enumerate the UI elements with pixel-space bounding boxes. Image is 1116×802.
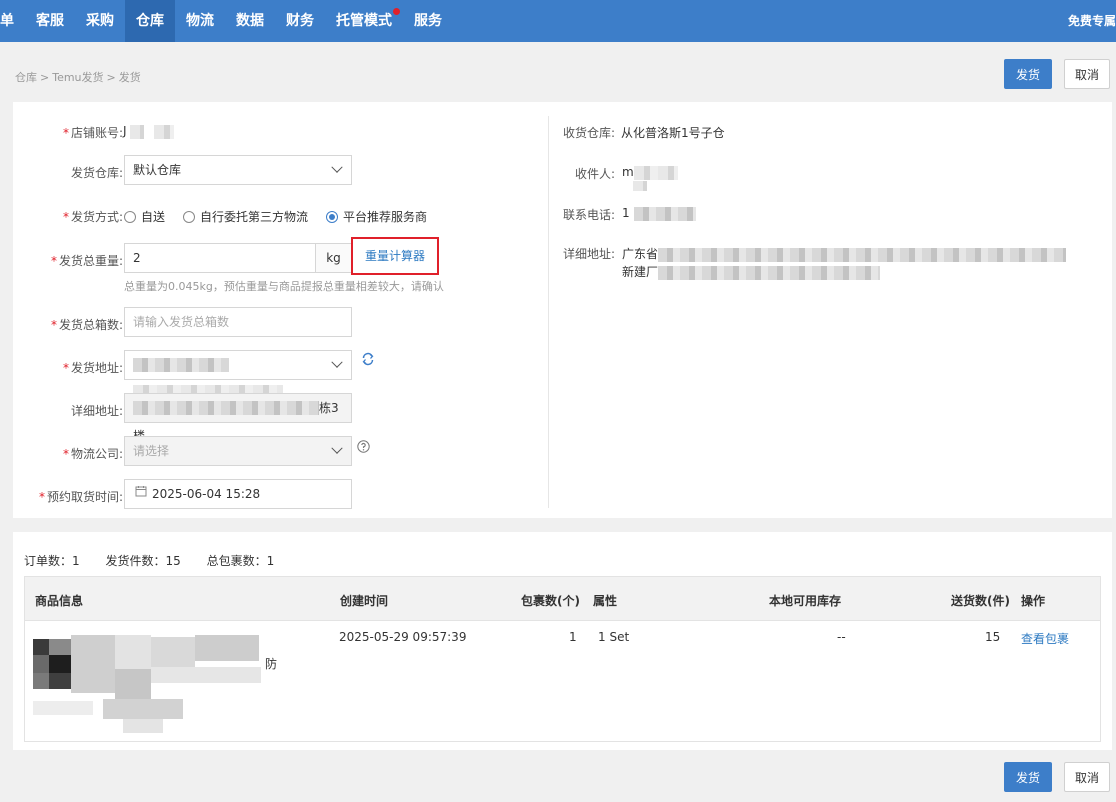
cell-packages: 1 xyxy=(569,630,577,644)
nav-item-finance[interactable]: 财务 xyxy=(275,0,325,42)
product-name-suffix: 防 xyxy=(265,657,278,671)
product-image xyxy=(33,635,273,735)
ship-method-label: * 发货方式: xyxy=(62,210,123,224)
col-created: 创建时间 xyxy=(340,594,389,608)
carrier-label: * 物流公司: xyxy=(62,447,123,461)
col-qty: 送货数(件) xyxy=(951,594,1010,608)
nav-item-customer-service[interactable]: 客服 xyxy=(25,0,75,42)
detail-address-label: 详细地址: xyxy=(70,404,123,418)
nav-free-exclusive[interactable]: 免费专属 xyxy=(1068,0,1116,42)
order-table: 商品信息 创建时间 包裹数(个) 属性 本地可用库存 送货数(件) 操作 防 2… xyxy=(24,576,1101,742)
total-boxes-label: * 发货总箱数: xyxy=(50,318,123,332)
cancel-button-top[interactable]: 取消 xyxy=(1064,59,1110,89)
ship-method-third-party-radio[interactable]: 自行委托第三方物流 xyxy=(183,208,308,225)
cell-stock: -- xyxy=(837,630,846,644)
receiver-address-line1: 广东省 xyxy=(622,245,1067,262)
chevron-down-icon xyxy=(331,442,343,454)
nav-item-warehouse[interactable]: 仓库 xyxy=(125,0,175,42)
cell-qty: 15 xyxy=(985,630,1001,644)
summary-packages: 总包裹数：1 xyxy=(206,554,275,568)
weight-calculator-link[interactable]: 重量计算器 xyxy=(351,237,439,275)
phone-value: 1 xyxy=(622,206,696,221)
summary-items: 发货件数：15 xyxy=(105,554,181,568)
nav-item-services[interactable]: 服务 xyxy=(403,0,453,42)
ship-button-bottom[interactable]: 发货 xyxy=(1004,762,1052,792)
breadcrumb-current: 发货 xyxy=(118,71,141,84)
warehouse-select[interactable]: 默认仓库 xyxy=(124,155,352,185)
nav-item-purchase[interactable]: 采购 xyxy=(75,0,125,42)
panel-divider xyxy=(548,116,549,508)
store-account-value: J xyxy=(123,124,175,139)
ship-method-self-radio[interactable]: 自送 xyxy=(124,208,165,225)
order-table-panel: 订单数：1 发货件数：15 总包裹数：1 商品信息 创建时间 包裹数(个) 属性… xyxy=(13,532,1112,750)
col-packages: 包裹数(个) xyxy=(521,594,580,608)
cancel-button-bottom[interactable]: 取消 xyxy=(1064,762,1110,792)
ship-address-select[interactable] xyxy=(124,350,352,380)
phone-label: 联系电话: xyxy=(563,208,616,222)
notification-dot xyxy=(393,8,400,15)
cell-attr: 1 Set xyxy=(598,630,630,644)
nav-item-data[interactable]: 数据 xyxy=(225,0,275,42)
col-attr: 属性 xyxy=(593,594,618,608)
receive-warehouse-value: 从化普洛斯1号子仓 xyxy=(621,126,725,140)
total-weight-input[interactable]: 2 xyxy=(124,243,316,273)
warehouse-label: 发货仓库: xyxy=(70,166,123,180)
col-stock: 本地可用库存 xyxy=(769,594,842,608)
top-nav: 单 客服 采购 仓库 物流 数据 财务 托管模式 服务 免费专属 xyxy=(0,0,1116,42)
receiver-address-label: 详细地址: xyxy=(563,247,616,261)
weight-unit: kg xyxy=(316,243,352,273)
receiver-address-line2: 新建厂 xyxy=(622,263,881,280)
warehouse-select-value: 默认仓库 xyxy=(133,163,182,177)
nav-item-hosting-mode-label: 托管模式 xyxy=(336,13,392,29)
help-icon[interactable] xyxy=(357,440,370,456)
detail-address-input: 栋3楼 xyxy=(124,393,352,443)
ship-method-platform-radio[interactable]: 平台推荐服务商 xyxy=(326,208,427,225)
nav-item-orders[interactable]: 单 xyxy=(0,0,25,42)
refresh-icon[interactable] xyxy=(361,352,375,369)
cell-created: 2025-05-29 09:57:39 xyxy=(339,630,467,644)
recipient-label: 收件人: xyxy=(575,167,616,181)
view-package-link[interactable]: 查看包裹 xyxy=(1021,630,1069,647)
recipient-value: m xyxy=(622,165,678,180)
ship-address-label: * 发货地址: xyxy=(62,361,123,375)
total-boxes-placeholder: 请输入发货总箱数 xyxy=(133,315,230,329)
total-weight-label: * 发货总重量: xyxy=(50,254,123,268)
ship-button-top[interactable]: 发货 xyxy=(1004,59,1052,89)
weight-hint: 总重量为0.045kg，预估重量与商品提报总重量相差较大，请确认 xyxy=(124,280,444,293)
chevron-down-icon xyxy=(331,161,343,173)
pickup-time-value: 2025-06-04 15:28 xyxy=(152,487,261,501)
total-boxes-input[interactable]: 请输入发货总箱数 xyxy=(124,307,352,337)
col-product: 商品信息 xyxy=(35,594,84,608)
breadcrumb-warehouse[interactable]: 仓库 xyxy=(15,71,37,84)
ship-method-radio-group: 自送 自行委托第三方物流 平台推荐服务商 xyxy=(124,208,445,225)
nav-item-hosting-mode[interactable]: 托管模式 xyxy=(325,0,403,42)
chevron-down-icon xyxy=(331,356,343,368)
calendar-icon xyxy=(135,479,147,507)
breadcrumb: 仓库 > Temu发货 > 发货 xyxy=(15,71,141,84)
pickup-time-picker[interactable]: 2025-06-04 15:28 xyxy=(124,479,352,509)
pickup-time-label: * 预约取货时间: xyxy=(38,490,123,504)
receive-warehouse-label: 收货仓库: xyxy=(563,126,616,140)
store-account-label: * 店铺账号: xyxy=(62,126,123,140)
col-ops: 操作 xyxy=(1021,594,1046,608)
table-header: 商品信息 创建时间 包裹数(个) 属性 本地可用库存 送货数(件) 操作 xyxy=(25,577,1100,621)
summary-orders: 订单数：1 xyxy=(24,554,80,568)
nav-item-logistics[interactable]: 物流 xyxy=(175,0,225,42)
shipment-summary: 订单数：1 发货件数：15 总包裹数：1 xyxy=(24,552,296,569)
shipping-form-panel: * 店铺账号: J 发货仓库: 默认仓库 * 发货方式: 自送 自行委托第三方物流 … xyxy=(13,102,1112,518)
carrier-select[interactable]: 请选择 xyxy=(124,436,352,466)
breadcrumb-temu-ship[interactable]: Temu发货 xyxy=(52,71,103,84)
carrier-placeholder: 请选择 xyxy=(133,444,170,458)
ship-address-value xyxy=(133,357,229,372)
